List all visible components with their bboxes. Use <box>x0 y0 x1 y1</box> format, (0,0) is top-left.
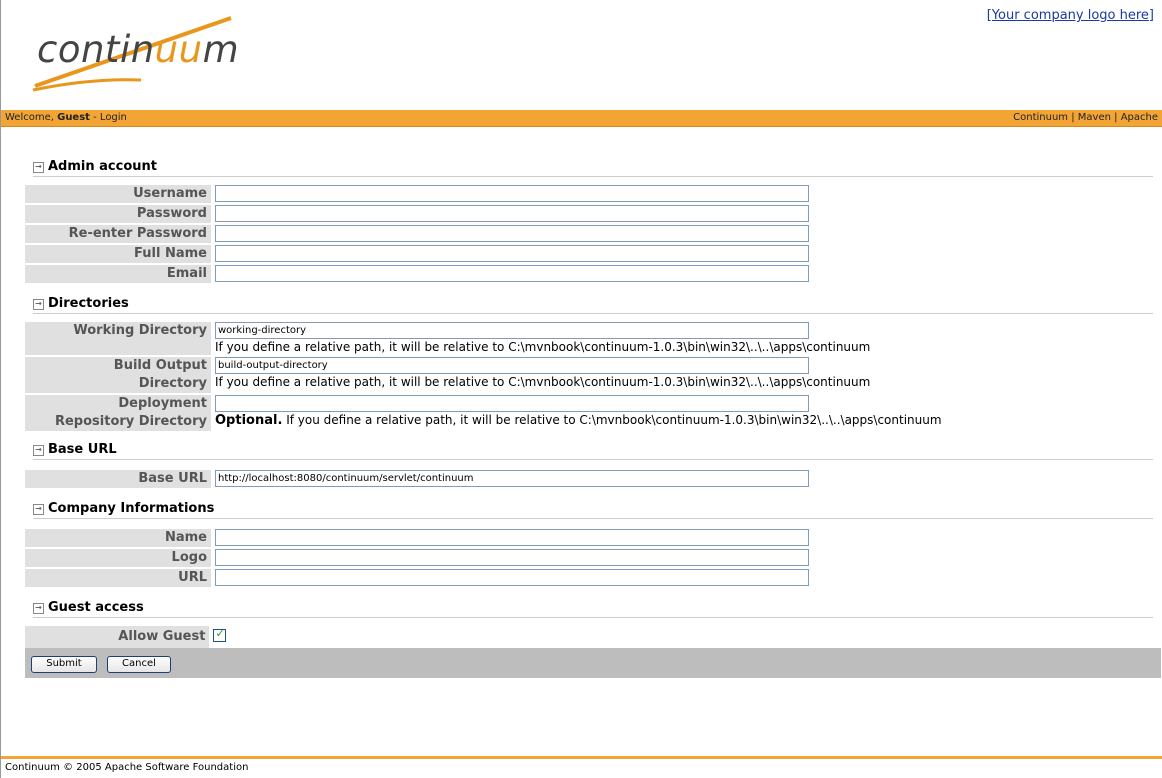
admin-account-table: Username Password Re-enter Password Full… <box>25 183 809 285</box>
working-directory-help: If you define a relative path, it will b… <box>215 340 871 354</box>
base-url-table: Base URL <box>25 468 809 490</box>
section-directories: → Directories <box>33 295 1153 314</box>
footer-divider <box>1 756 1162 759</box>
section-guest-access: → Guest access <box>33 599 1153 618</box>
section-admin-account: → Admin account <box>33 158 1153 177</box>
maven-link[interactable]: Maven <box>1078 112 1111 123</box>
continuum-link[interactable]: Continuum <box>1013 112 1068 123</box>
username-input[interactable] <box>215 185 809 202</box>
allow-guest-checkbox[interactable] <box>213 627 227 642</box>
section-expand-icon: → <box>33 162 44 173</box>
email-label: Email <box>25 265 211 283</box>
full-name-label: Full Name <box>25 245 211 263</box>
company-table: Name Logo URL <box>25 527 809 589</box>
section-expand-icon: → <box>33 299 44 310</box>
section-base-url: → Base URL <box>33 441 1153 460</box>
full-name-input[interactable] <box>215 245 809 262</box>
section-expand-icon: → <box>33 504 44 515</box>
deployment-repository-directory-help: Optional. If you define a relative path,… <box>215 413 942 428</box>
deployment-repository-directory-input[interactable] <box>215 395 809 412</box>
allow-guest-label: Allow Guest <box>25 626 210 648</box>
submit-button[interactable]: Submit <box>31 656 97 673</box>
password-label: Password <box>25 205 211 223</box>
reenter-password-label: Re-enter Password <box>25 225 211 243</box>
footer-copyright: Continuum © 2005 Apache Software Foundat… <box>5 762 249 773</box>
continuum-logo: continuum <box>31 16 251 96</box>
form-button-bar: Submit Cancel <box>25 648 1161 678</box>
reenter-password-input[interactable] <box>215 225 809 242</box>
password-input[interactable] <box>215 205 809 222</box>
top-navigation-bar: Welcome, Guest - Login Continuum | Maven… <box>1 110 1162 127</box>
base-url-label: Base URL <box>25 470 211 488</box>
company-logo-label: Logo <box>25 549 211 567</box>
base-url-input[interactable] <box>215 470 809 487</box>
external-links: Continuum | Maven | Apache <box>1013 112 1158 123</box>
cancel-button[interactable]: Cancel <box>107 656 171 673</box>
working-directory-input[interactable] <box>215 322 809 339</box>
build-output-directory-help: If you define a relative path, it will b… <box>215 375 871 389</box>
section-expand-icon: → <box>33 603 44 614</box>
company-logo-input[interactable] <box>215 549 809 566</box>
setup-form: → Admin account Username Password Re-ente… <box>25 158 1161 678</box>
company-logo-link[interactable]: [Your company logo here] <box>987 8 1154 23</box>
company-url-input[interactable] <box>215 569 809 586</box>
section-expand-icon: → <box>33 445 44 456</box>
deployment-repository-directory-label: Deployment Repository Directory <box>25 395 211 431</box>
guest-access-table: Allow Guest <box>25 626 1153 648</box>
directories-table: Working Directory If you define a relati… <box>25 320 942 433</box>
working-directory-label: Working Directory <box>25 322 211 355</box>
welcome-message: Welcome, Guest - Login <box>5 112 127 123</box>
logo-text: continuum <box>37 28 240 71</box>
user-name: Guest <box>57 112 90 123</box>
build-output-directory-input[interactable] <box>215 357 809 374</box>
build-output-directory-label: Build Output Directory <box>25 357 211 393</box>
apache-link[interactable]: Apache <box>1121 112 1158 123</box>
username-label: Username <box>25 185 211 203</box>
login-link[interactable]: Login <box>100 112 127 123</box>
company-url-label: URL <box>25 569 211 587</box>
section-company-informations: → Company Informations <box>33 500 1153 519</box>
email-input[interactable] <box>215 265 809 282</box>
company-name-input[interactable] <box>215 529 809 546</box>
company-name-label: Name <box>25 529 211 547</box>
